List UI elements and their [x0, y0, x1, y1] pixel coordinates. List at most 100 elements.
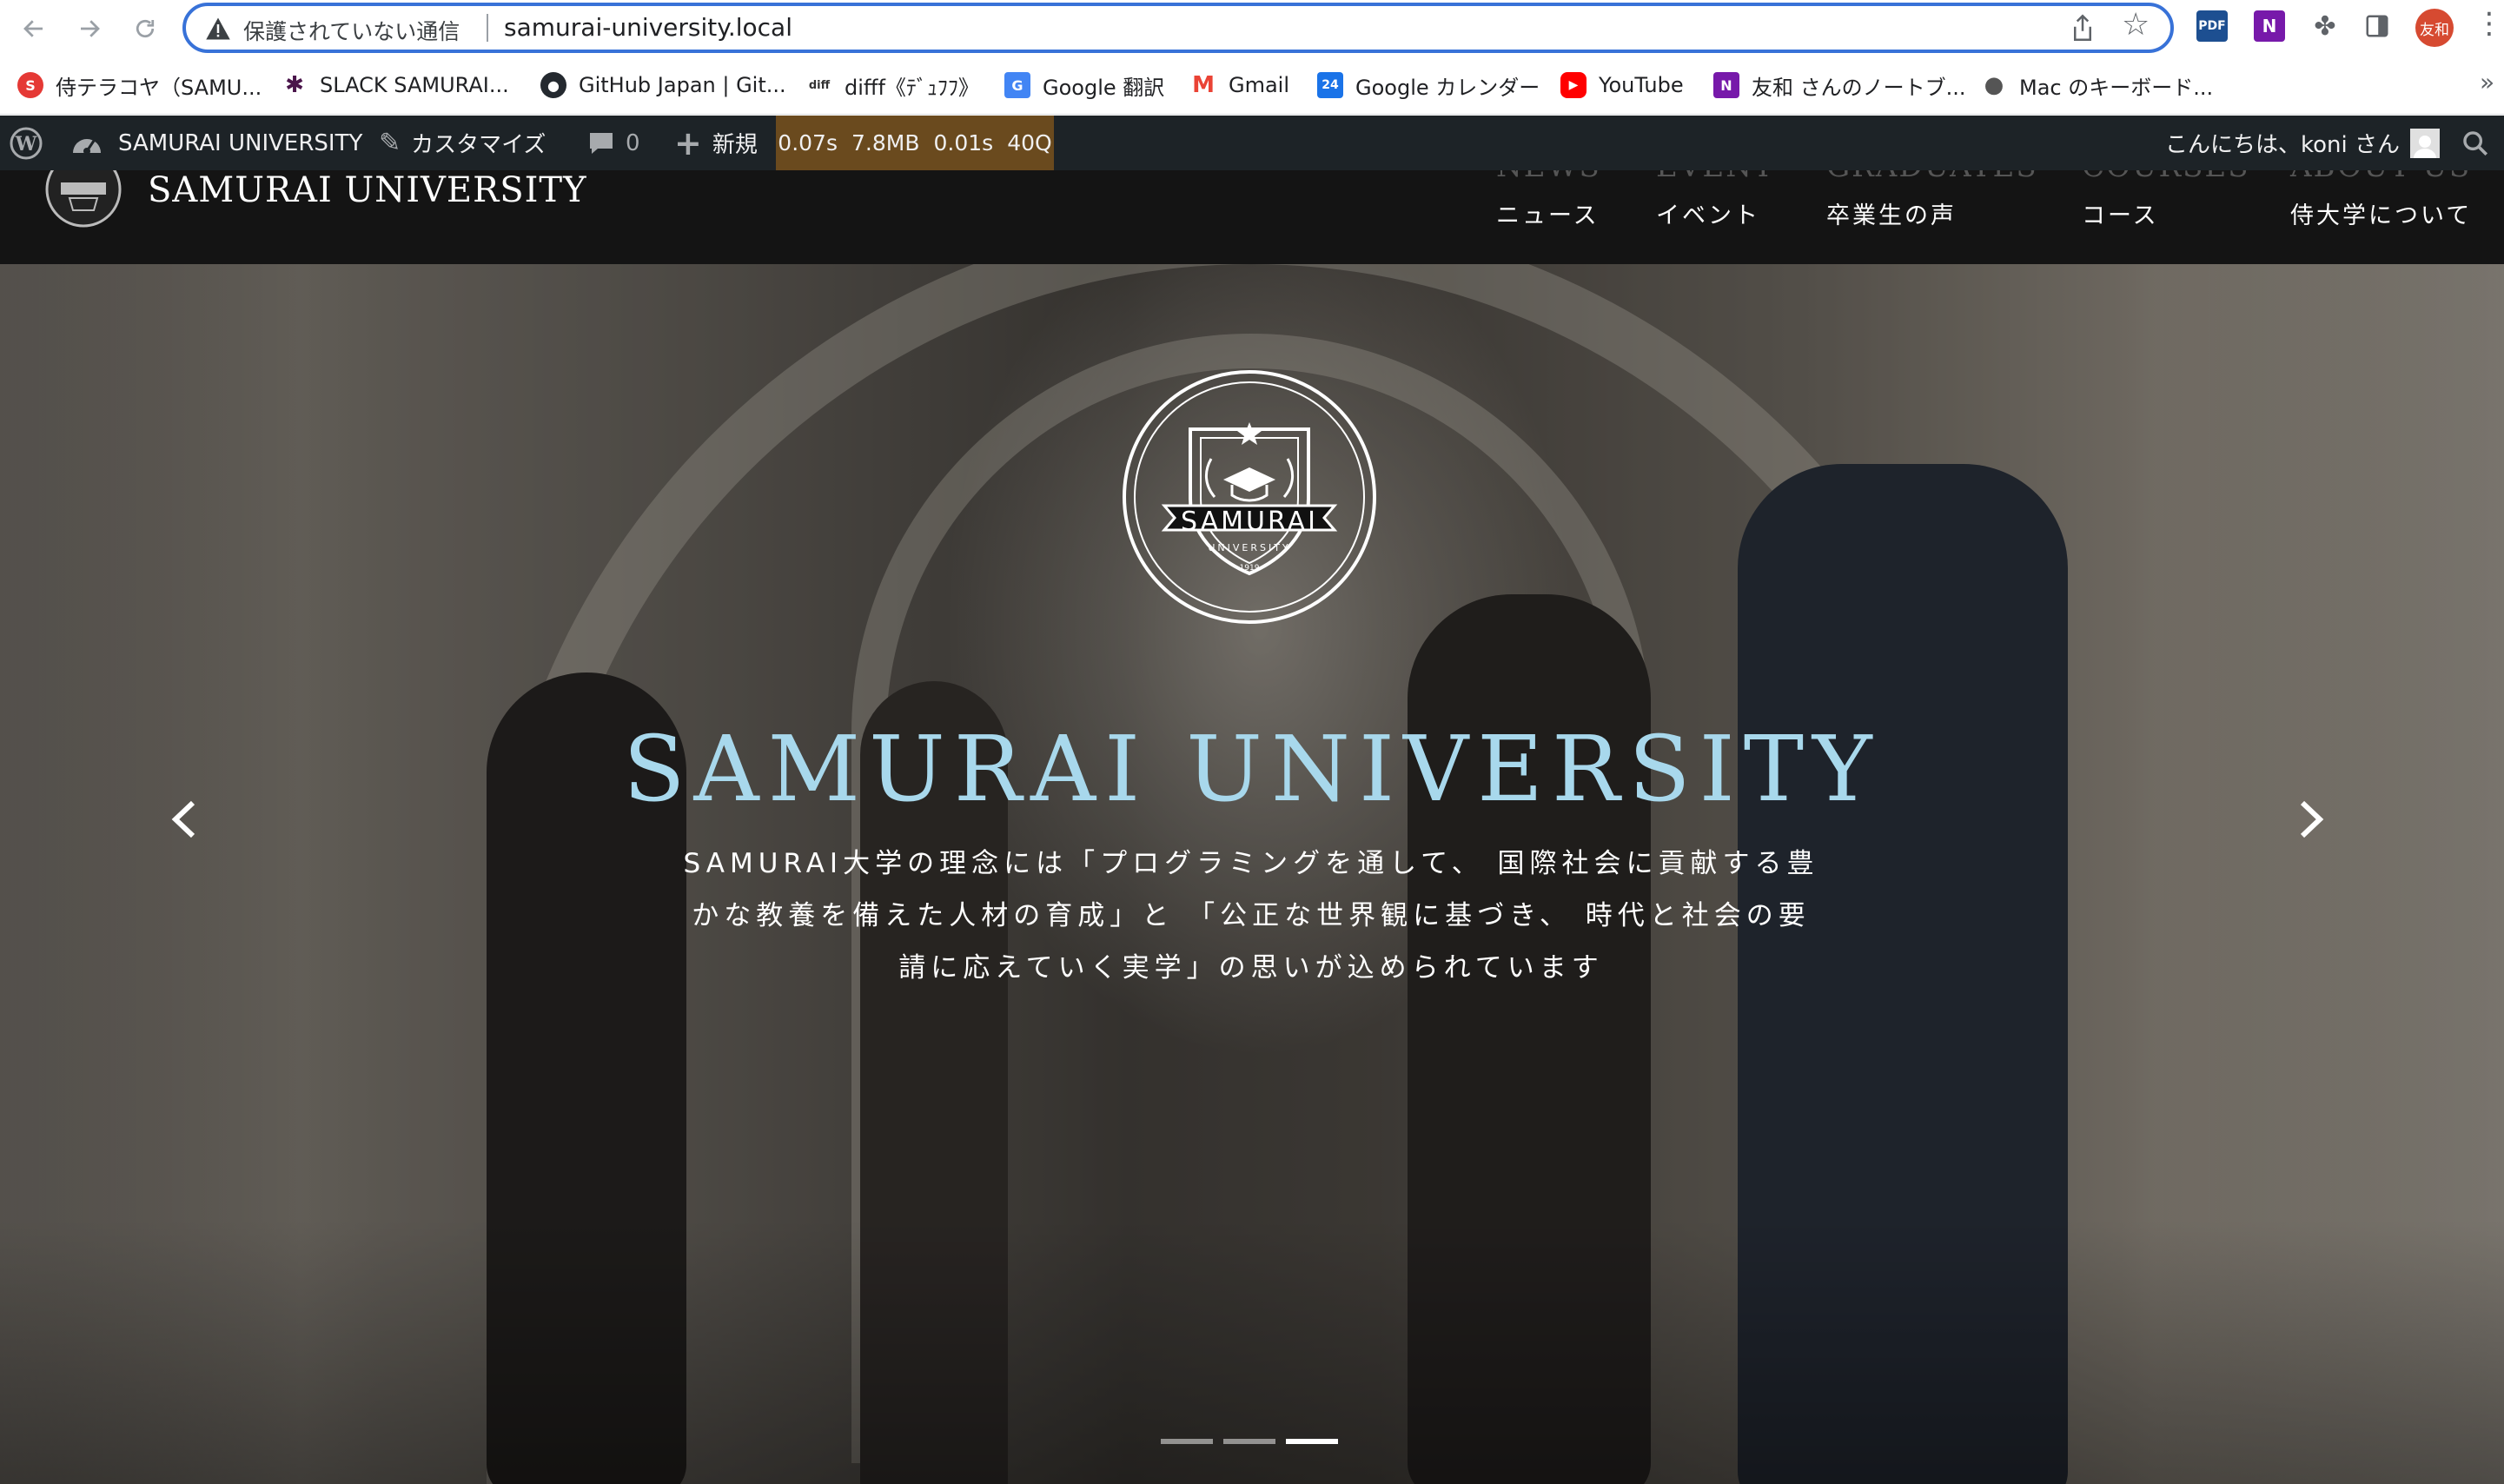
carousel-prev-icon[interactable] [169, 798, 198, 848]
user-avatar [2410, 128, 2441, 158]
onenote-extension-icon[interactable]: N [2254, 10, 2285, 42]
github-icon: ● [540, 72, 566, 98]
address-bar[interactable]: 保護されていない通信 samurai-university.local ☆ [182, 3, 2174, 53]
hero-description: SAMURAI大学の理念には「プログラミングを通して、 国際社会に貢献する豊 か… [678, 838, 1825, 994]
emblem-subtext: UNIVERSITY [1208, 542, 1290, 553]
side-panel-icon[interactable] [2362, 10, 2393, 42]
nav-item-en-label: GRADUATES [1826, 170, 2038, 184]
bookmark-item[interactable]: M Gmail [1190, 68, 1289, 103]
bookmark-item[interactable]: N 友和 さんのノートブ... [1713, 68, 1966, 103]
url-text[interactable]: samurai-university.local [504, 13, 792, 42]
hero-description-line: SAMURAI大学の理念には「プログラミングを通して、 国際社会に貢献する豊 [683, 848, 1819, 879]
divider [487, 14, 488, 42]
warning-icon[interactable] [205, 17, 231, 41]
hero-title: SAMURAI UNIVERSITY [623, 716, 1881, 822]
forward-arrow-icon[interactable] [68, 7, 111, 50]
profile-avatar[interactable]: 友和 [2415, 9, 2454, 47]
samurai-emblem-logo: SAMURAI UNIVERSITY 1919 [1121, 368, 1378, 626]
admin-greeting: こんにちは、koni さん [2165, 132, 2401, 158]
comments-count: 0 [626, 129, 640, 156]
youtube-icon: ▶ [1560, 72, 1587, 98]
nav-item-en-label: ABOUT US [2290, 170, 2471, 184]
bookmark-item[interactable]: diff difff《ﾃﾞｭﾌﾌ》 [806, 68, 979, 103]
bookmark-item[interactable]: ▶ YouTube [1560, 68, 1684, 103]
carousel-indicator-1[interactable] [1161, 1439, 1213, 1444]
onenote-icon: N [1713, 72, 1739, 98]
admin-site-name-link[interactable]: SAMURAI UNIVERSITY [70, 116, 362, 170]
bookmark-item[interactable]: ● Mac のキーボード... [1981, 68, 2213, 103]
bookmark-label: Gmail [1229, 73, 1290, 97]
admin-customize-link[interactable]: ✎ カスタマイズ [379, 116, 546, 170]
security-status-label[interactable]: 保護されていない通信 [243, 15, 460, 46]
hero-carousel: SAMURAI UNIVERSITY 1919 SAMURAI UNIVERSI… [0, 264, 2504, 1484]
google-translate-icon: G [1004, 72, 1030, 98]
qm-queries: 40Q [1007, 130, 1052, 156]
carousel-next-icon[interactable] [2297, 798, 2327, 848]
nav-item-en-label: NEWS [1496, 170, 1601, 184]
bookmarks-overflow-icon[interactable]: » [2480, 68, 2494, 96]
plus-icon: + [674, 123, 702, 162]
qm-memory: 7.8MB [851, 130, 920, 156]
bookmark-label: YouTube [1599, 73, 1684, 97]
bookmark-item[interactable]: ● GitHub Japan | Git... [540, 68, 786, 103]
bookmark-label: 友和 さんのノートブ... [1752, 75, 1966, 100]
admin-customize-label: カスタマイズ [411, 132, 547, 158]
reload-icon[interactable] [123, 7, 167, 50]
extensions-puzzle-icon[interactable]: ✤ [2309, 10, 2341, 42]
admin-comments-link[interactable]: 0 [587, 116, 640, 170]
wordpress-logo-icon[interactable]: W [9, 116, 43, 170]
nav-item-jp-label: 卒業生の声 [1826, 202, 1957, 229]
wp-admin-bar: W SAMURAI UNIVERSITY ✎ カスタマイズ 0 + 新規 0.0… [0, 116, 2504, 170]
admin-new-label: 新規 [712, 132, 758, 158]
admin-account-link[interactable]: こんにちは、koni さん [2165, 116, 2441, 170]
bookmark-item[interactable]: 24 Google カレンダー [1317, 68, 1540, 103]
svg-text:W: W [15, 133, 37, 156]
nav-item-en-label: EVENT [1656, 170, 1775, 184]
hero-description-line: かな教養を備えた人材の育成」と 「公正な世界観に基づき、 時代と社会の要 [692, 900, 1811, 931]
bookmark-item[interactable]: G Google 翻訳 [1004, 68, 1164, 103]
bookmark-label: Google 翻訳 [1043, 75, 1165, 100]
google-calendar-icon: 24 [1317, 72, 1343, 98]
bookmark-label: Google カレンダー [1355, 75, 1540, 100]
nav-item-en-label: COURSES [2082, 170, 2250, 184]
site-logo-emblem[interactable] [43, 170, 123, 228]
bookmark-label: Mac のキーボード... [2019, 75, 2214, 100]
share-icon[interactable] [2070, 13, 2101, 44]
hero-description-line: 請に応えていく実学」の思いが込められています [898, 952, 1604, 984]
bookmark-item[interactable]: S 侍テラコヤ（SAMU... [17, 68, 262, 103]
bookmark-item[interactable]: ✱ SLACK SAMURAI... [282, 68, 509, 103]
difff-icon: diff [806, 72, 832, 98]
carousel-indicator-3[interactable] [1286, 1439, 1338, 1444]
pdf-extension-icon[interactable]: PDF [2196, 10, 2228, 42]
back-arrow-icon[interactable] [12, 7, 56, 50]
qm-page-time: 0.07s [778, 130, 838, 156]
bookmark-label: GitHub Japan | Git... [579, 73, 786, 97]
carousel-indicator-2[interactable] [1223, 1439, 1275, 1444]
bookmark-label: SLACK SAMURAI... [320, 73, 509, 97]
browser-toolbar: 保護されていない通信 samurai-university.local ☆ PD… [0, 0, 2504, 57]
bookmark-label: 侍テラコヤ（SAMU... [56, 75, 262, 100]
gmail-icon: M [1190, 72, 1216, 98]
dashboard-icon [73, 138, 101, 155]
bookmark-star-icon[interactable]: ☆ [2122, 10, 2150, 41]
admin-search-icon[interactable] [2461, 116, 2490, 170]
emblem-text: SAMURAI [1181, 507, 1318, 537]
emblem-year: 1919 [1240, 564, 1260, 573]
browser-menu-icon[interactable]: ⋮ [2474, 9, 2504, 38]
bookmark-label: difff《ﾃﾞｭﾌﾌ》 [845, 75, 979, 100]
admin-site-name: SAMURAI UNIVERSITY [118, 129, 363, 156]
nav-item-jp-label: 侍大学について [2290, 202, 2473, 229]
slack-icon: ✱ [282, 72, 308, 98]
comment-icon [590, 132, 613, 154]
qm-db-time: 0.01s [933, 130, 994, 156]
query-monitor-stats[interactable]: 0.07s 7.8MB 0.01s 40Q [776, 116, 1054, 170]
site-title[interactable]: SAMURAI UNIVERSITY [148, 170, 586, 210]
admin-new-link[interactable]: + 新規 [674, 116, 758, 170]
samurai-terakoya-icon: S [17, 72, 43, 98]
site-header: SAMURAI UNIVERSITY NEWS ニュース EVENT イベント … [0, 170, 2504, 264]
apple-icon: ● [1981, 72, 2007, 98]
bookmarks-bar: S 侍テラコヤ（SAMU... ✱ SLACK SAMURAI... ● Git… [0, 57, 2504, 115]
paintbrush-icon: ✎ [379, 128, 401, 158]
nav-item-jp-label: コース [2082, 202, 2159, 229]
nav-item-jp-label: イベント [1656, 202, 1760, 229]
